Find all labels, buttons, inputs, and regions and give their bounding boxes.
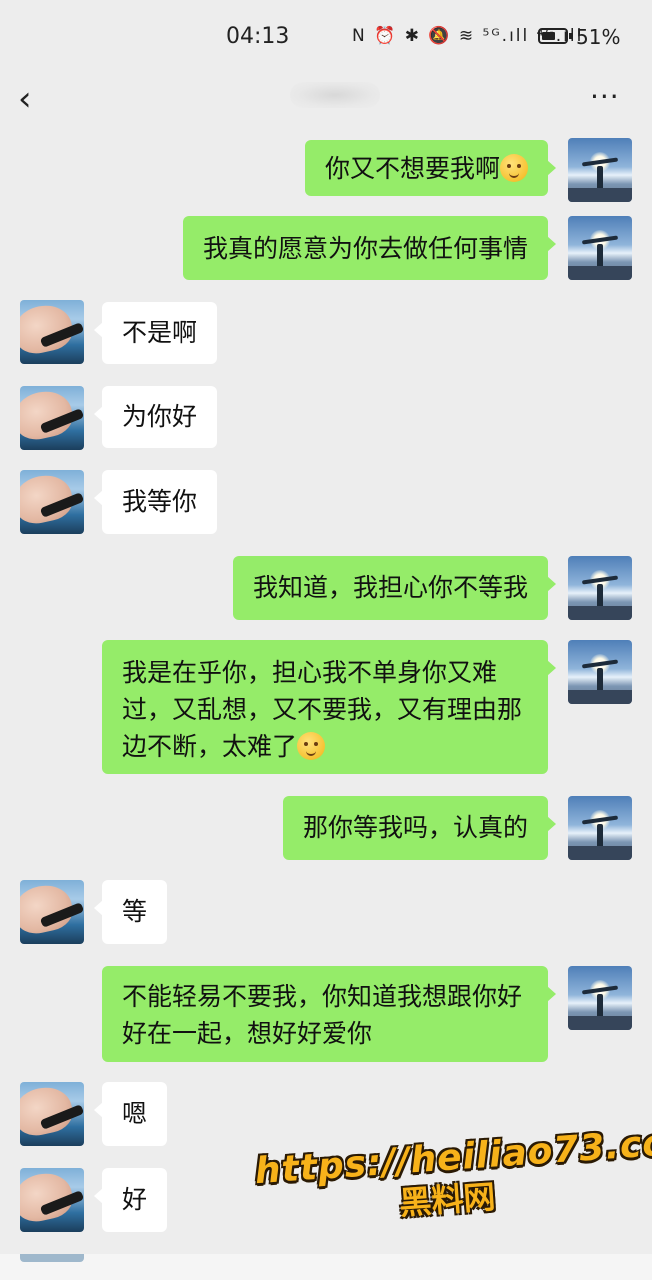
- flushed-face-icon: [297, 732, 326, 760]
- status-time: 04:13: [226, 24, 290, 49]
- message-text: 那你等我吗，认真的: [302, 813, 528, 842]
- battery-nub: [569, 33, 572, 39]
- chevron-left-icon[interactable]: ‹: [18, 82, 32, 116]
- battery-percent: 51%: [576, 25, 621, 49]
- avatar-peek: [20, 1254, 84, 1262]
- avatar-self[interactable]: [568, 556, 632, 620]
- message-bubble-outgoing[interactable]: 那你等我吗，认真的: [282, 796, 557, 860]
- message-text: 嗯: [122, 1099, 148, 1128]
- avatar-contact[interactable]: [20, 470, 84, 534]
- message-bubble-incoming[interactable]: 不是啊: [93, 302, 218, 364]
- message-text: 我知道，我担心你不等我: [252, 573, 528, 602]
- message-bubble-outgoing[interactable]: 你又不想要我啊: [304, 140, 557, 196]
- message-text: 不是啊: [122, 318, 198, 347]
- pensive-face-icon: [500, 154, 528, 182]
- message-text: 不能轻易不要我，你知道我想跟你好好在一起，想好好爱你: [122, 982, 523, 1048]
- message-bubble-outgoing[interactable]: 我知道，我担心你不等我: [232, 556, 557, 620]
- message-bubble-incoming[interactable]: 我等你: [93, 470, 218, 534]
- message-bubble-outgoing[interactable]: 不能轻易不要我，你知道我想跟你好好在一起，想好好爱你: [102, 966, 556, 1062]
- contact-name-blurred: [290, 82, 380, 108]
- avatar-contact[interactable]: [20, 300, 84, 364]
- avatar-contact[interactable]: [20, 880, 84, 944]
- avatar-contact[interactable]: [20, 386, 84, 450]
- message-text: 为你好: [122, 402, 198, 431]
- message-text: 你又不想要我啊: [324, 154, 500, 183]
- message-text: 我等你: [122, 487, 198, 516]
- message-bubble-incoming[interactable]: 好: [93, 1168, 168, 1232]
- bottom-strip: [0, 1254, 652, 1280]
- more-dots-icon[interactable]: ···: [590, 80, 620, 113]
- avatar-self[interactable]: [568, 796, 632, 860]
- chat-header: ‹ ···: [0, 72, 652, 132]
- message-text: 等: [122, 897, 148, 926]
- message-bubble-outgoing[interactable]: 我真的愿意为你去做任何事情: [182, 216, 557, 280]
- avatar-self[interactable]: [568, 216, 632, 280]
- message-bubble-incoming[interactable]: 嗯: [93, 1082, 168, 1146]
- avatar-contact[interactable]: [20, 1168, 84, 1232]
- avatar-self[interactable]: [568, 640, 632, 704]
- message-text: 我真的愿意为你去做任何事情: [202, 234, 528, 263]
- message-bubble-incoming[interactable]: 等: [93, 880, 168, 944]
- message-bubble-outgoing[interactable]: 我是在乎你，担心我不单身你又难过，又乱想，又不要我，又有理由那边不断，太难了: [102, 640, 556, 774]
- avatar-self[interactable]: [568, 138, 632, 202]
- watermark: https://heiliao73.com 黑料网: [254, 1120, 652, 1234]
- avatar-self[interactable]: [568, 966, 632, 1030]
- message-text: 好: [122, 1185, 148, 1214]
- status-bar: 04:13 N ⏰ ✱ 🔕 ≋ ⁵ᴳ.ıll ⁴ᴳ.ıll 51%: [0, 0, 652, 72]
- battery-icon: [538, 28, 568, 44]
- message-bubble-incoming[interactable]: 为你好: [93, 386, 218, 448]
- avatar-contact[interactable]: [20, 1082, 84, 1146]
